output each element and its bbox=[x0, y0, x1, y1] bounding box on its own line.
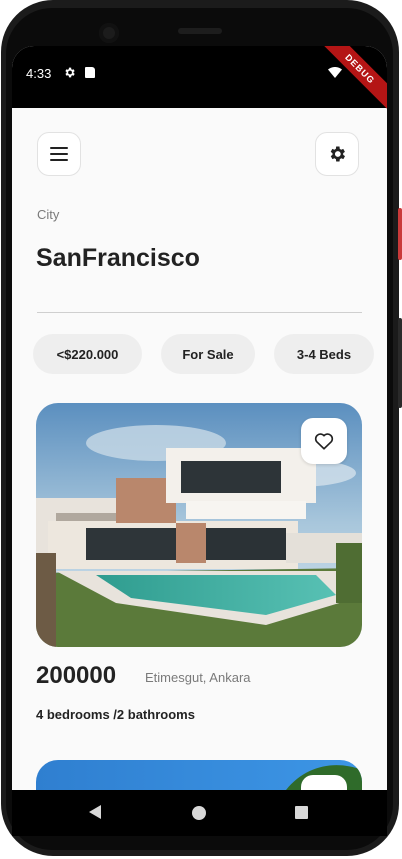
heart-outline-icon bbox=[314, 433, 334, 450]
home-circle-icon[interactable] bbox=[192, 806, 206, 820]
sd-card-icon bbox=[85, 67, 95, 78]
listing-details: 4 bedrooms /2 bathrooms bbox=[36, 707, 195, 722]
debug-banner: DEBUG bbox=[314, 46, 387, 115]
wifi-icon bbox=[328, 67, 342, 78]
main-content: City SanFrancisco <$220.000 For Sale 3-4… bbox=[12, 108, 387, 790]
recents-square-icon[interactable] bbox=[295, 806, 308, 819]
back-triangle-icon[interactable] bbox=[89, 805, 101, 819]
phone-frame: 4:33 DEBUG City SanFrancisco <$220.000 F… bbox=[0, 0, 402, 859]
settings-status-icon bbox=[65, 67, 75, 78]
power-button bbox=[398, 208, 402, 260]
favorite-button-2[interactable] bbox=[301, 775, 347, 790]
status-time: 4:33 bbox=[26, 66, 52, 81]
filter-chip-price[interactable]: <$220.000 bbox=[33, 334, 142, 374]
earpiece-speaker bbox=[178, 28, 222, 34]
filter-chip-status[interactable]: For Sale bbox=[161, 334, 255, 374]
menu-button[interactable] bbox=[37, 132, 81, 176]
filter-chip-beds[interactable]: 3-4 Beds bbox=[274, 334, 374, 374]
settings-button[interactable] bbox=[315, 132, 359, 176]
navigation-bar bbox=[12, 790, 387, 836]
favorite-button[interactable] bbox=[301, 418, 347, 464]
listing-price: 200000 bbox=[36, 662, 117, 689]
divider bbox=[37, 312, 362, 313]
city-name[interactable]: SanFrancisco bbox=[36, 244, 200, 273]
gear-icon bbox=[330, 146, 345, 162]
app-screen: 4:33 DEBUG City SanFrancisco <$220.000 F… bbox=[12, 46, 387, 790]
status-bar: 4:33 DEBUG bbox=[12, 46, 387, 115]
volume-button bbox=[398, 318, 402, 408]
city-label: City bbox=[37, 207, 60, 222]
hamburger-menu-icon bbox=[50, 147, 68, 161]
front-camera bbox=[99, 23, 119, 43]
listing-location: Etimesgut, Ankara bbox=[145, 670, 251, 685]
